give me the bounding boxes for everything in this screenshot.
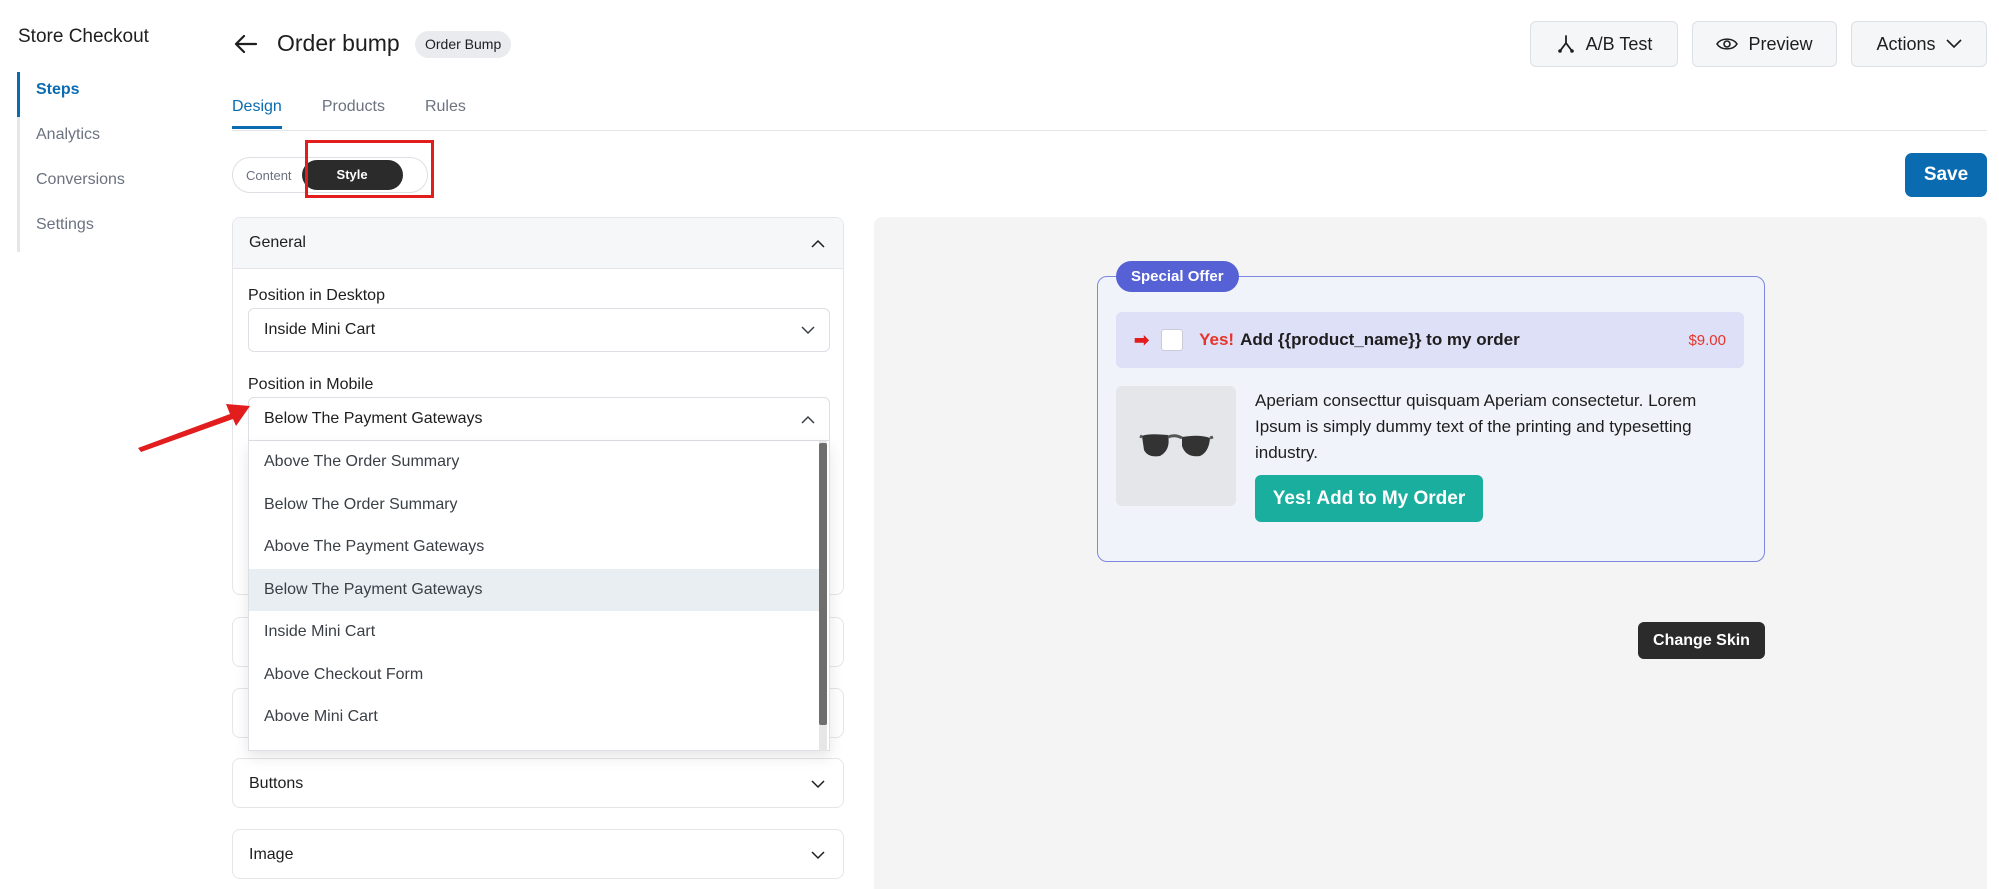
dropdown-scrollbar-thumb[interactable] [819,443,827,725]
chevron-down-icon [811,850,825,859]
eye-icon [1716,38,1739,50]
dropdown-option[interactable]: Above The Payment Gateways [249,526,819,569]
red-arrow-annotation-icon [138,404,250,452]
ab-test-label: A/B Test [1585,33,1653,54]
design-tabs: Design Products Rules [232,98,466,129]
special-offer-badge: Special Offer [1116,261,1239,292]
general-panel-header[interactable]: General [233,218,843,269]
desktop-position-label: Position in Desktop [248,287,385,304]
sidebar-title: Store Checkout [18,26,149,47]
image-panel-header[interactable]: Image [233,830,843,880]
desktop-position-select[interactable]: Inside Mini Cart [248,308,830,352]
mobile-position-select[interactable]: Below The Payment Gateways [248,397,830,441]
tab-design[interactable]: Design [232,98,282,129]
arrow-right-icon: ➡ [1134,329,1150,350]
chevron-down-icon [801,325,815,334]
save-button[interactable]: Save [1905,153,1987,197]
desktop-position-value: Inside Mini Cart [264,321,376,338]
actions-label: Actions [1876,33,1936,54]
change-skin-button[interactable]: Change Skin [1638,622,1765,659]
general-panel-title: General [249,234,306,251]
sidebar-item-settings[interactable]: Settings [20,207,200,252]
offer-headline: Add {{product_name}} to my order [1240,330,1520,349]
buttons-panel-header[interactable]: Buttons [233,759,843,809]
offer-checkbox[interactable] [1161,329,1184,351]
sidebar-nav: Steps Analytics Conversions Settings [17,72,200,252]
mobile-position-dropdown: Above The Order Summary Below The Order … [248,441,830,751]
content-toggle-option[interactable]: Content [236,168,302,183]
image-panel-title: Image [249,846,294,863]
add-to-order-button[interactable]: Yes! Add to My Order [1255,475,1483,522]
sidebar-item-steps[interactable]: Steps [17,72,200,117]
image-panel[interactable]: Image [232,829,844,879]
back-arrow-icon[interactable] [232,30,260,58]
buttons-panel[interactable]: Buttons [232,758,844,808]
tab-products[interactable]: Products [322,98,385,129]
mobile-position-label: Position in Mobile [248,376,374,393]
sidebar-item-conversions[interactable]: Conversions [20,162,200,207]
dropdown-option-selected[interactable]: Below The Payment Gateways [249,568,819,611]
tab-divider [232,130,1987,131]
dropdown-option[interactable]: Above Checkout Form [249,654,819,697]
dropdown-option[interactable]: Below The Order Summary [249,484,819,527]
offer-headline-strip: ➡ Yes! Add {{product_name}} to my order … [1116,312,1744,368]
preview-button[interactable]: Preview [1692,21,1837,67]
dropdown-option[interactable]: Above The Order Summary [249,441,819,484]
page-title: Order bump [277,30,400,56]
ab-test-icon [1557,35,1574,53]
product-image [1116,386,1236,506]
buttons-panel-title: Buttons [249,775,304,792]
highlight-annotation-box [305,140,434,198]
preview-label: Preview [1748,33,1813,54]
step-type-badge: Order Bump [415,31,512,58]
dropdown-option[interactable]: Inside Mini Cart [249,611,819,654]
chevron-down-icon [811,779,825,788]
chevron-up-icon [811,239,825,248]
mobile-position-value: Below The Payment Gateways [264,410,483,427]
offer-yes-text: Yes! [1199,330,1235,349]
chevron-down-icon [1945,39,1962,49]
actions-button[interactable]: Actions [1851,21,1987,67]
chevron-up-icon [801,415,815,424]
product-description: Aperiam consecttur quisquam Aperiam cons… [1255,391,1697,462]
sunglasses-icon [1139,434,1214,457]
tab-rules[interactable]: Rules [425,98,466,129]
ab-test-button[interactable]: A/B Test [1530,21,1678,67]
offer-price: $9.00 [1688,331,1726,349]
dropdown-option[interactable]: Above Mini Cart [249,696,819,739]
sidebar-item-analytics[interactable]: Analytics [20,117,200,162]
